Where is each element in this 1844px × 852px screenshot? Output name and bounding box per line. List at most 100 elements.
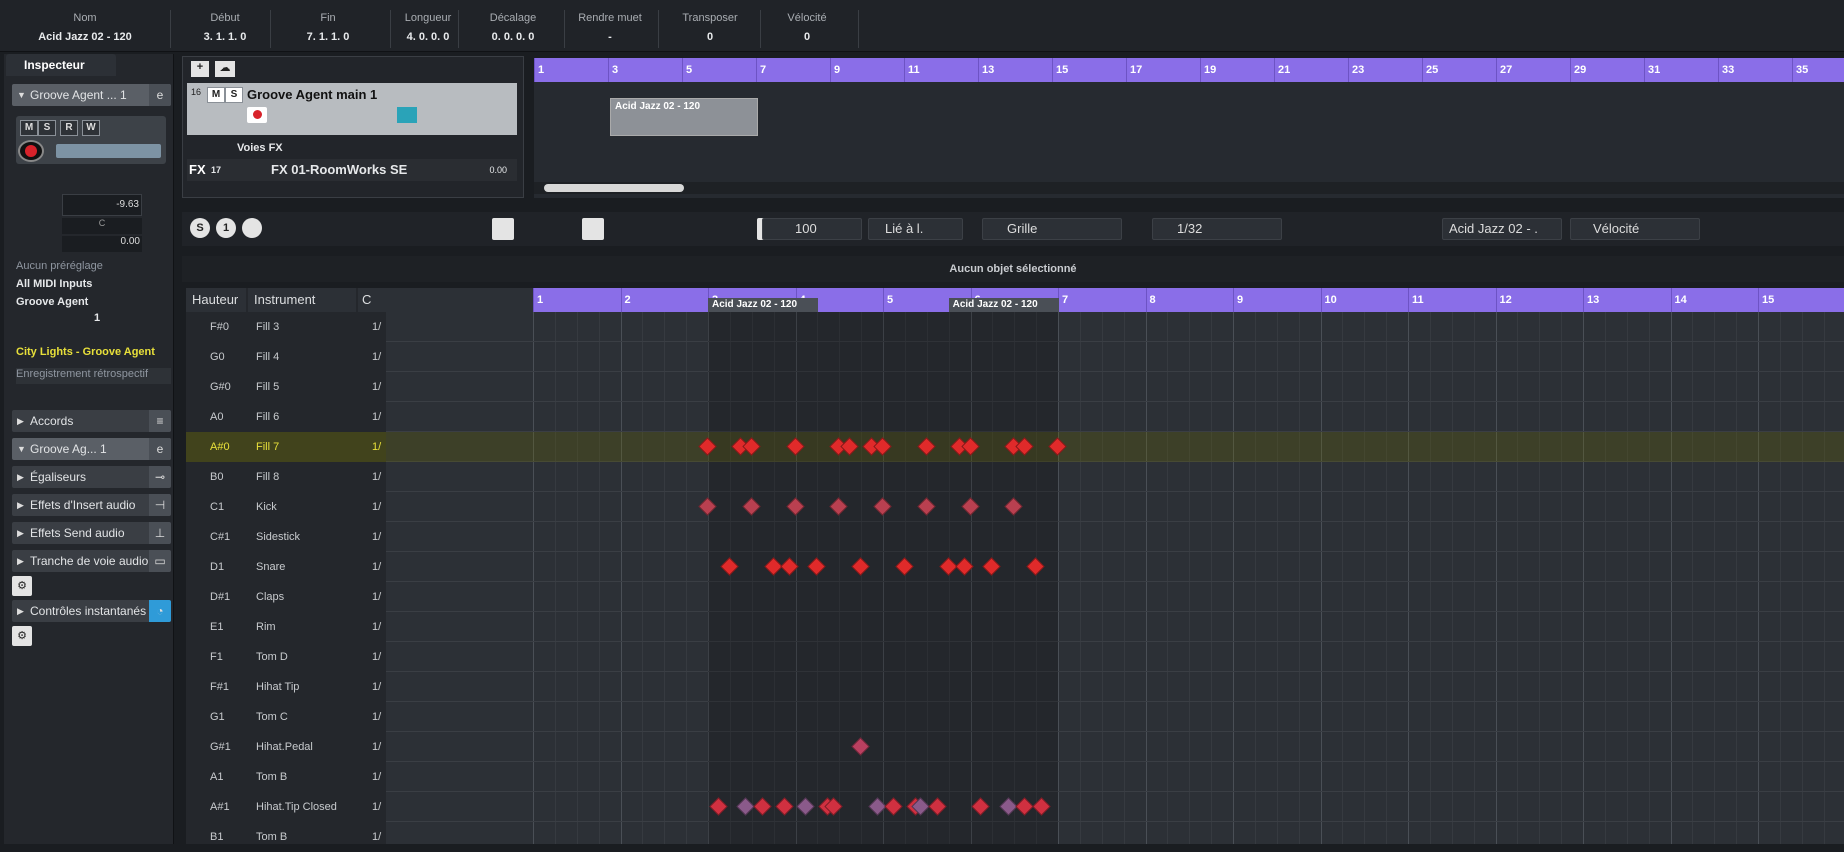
send-icon[interactable]: ⊥ bbox=[149, 522, 171, 544]
insert-icon[interactable]: ⊣ bbox=[149, 494, 171, 516]
drum-row[interactable]: D1 Snare 1/ bbox=[186, 552, 386, 582]
drum-row[interactable]: G#0 Fill 5 1/ bbox=[186, 372, 386, 402]
scrollbar-thumb[interactable] bbox=[544, 184, 684, 192]
grid-line bbox=[1539, 312, 1541, 844]
strip-icon[interactable]: ▭ bbox=[149, 550, 171, 572]
inspector-tab[interactable]: Inspecteur bbox=[6, 54, 116, 76]
grid-line bbox=[1408, 312, 1409, 844]
ruler-bar-number: 15 bbox=[1762, 294, 1775, 306]
monitor-bar[interactable] bbox=[56, 144, 161, 158]
info-mute[interactable]: Rendre muet - bbox=[565, 12, 655, 43]
triangle-right-icon: ▶ bbox=[17, 556, 24, 566]
mute-button[interactable]: M bbox=[207, 87, 225, 103]
retro-record-row[interactable]: Enregistrement rétrospectif bbox=[16, 368, 171, 384]
drum-row[interactable]: A1 Tom B 1/ bbox=[186, 762, 386, 792]
object-select-icon[interactable] bbox=[582, 218, 604, 240]
drum-quantize: 1/ bbox=[372, 321, 382, 333]
drum-row[interactable]: B0 Fill 8 1/ bbox=[186, 462, 386, 492]
drum-row[interactable]: G1 Tom C 1/ bbox=[186, 702, 386, 732]
section-groove-agent[interactable]: ▼ Groove Ag... 1e bbox=[12, 438, 171, 460]
drum-row[interactable]: B1 Tom B 1/ bbox=[186, 822, 386, 852]
ruler-bar-number: 7 bbox=[1062, 294, 1069, 306]
info-start[interactable]: Début 3. 1. 1. 0 bbox=[180, 12, 270, 43]
quantize-mode-select[interactable]: Lié à l. bbox=[868, 218, 963, 240]
instrument-row[interactable]: Groove Agent bbox=[16, 296, 171, 312]
info-end[interactable]: Fin 7. 1. 1. 0 bbox=[278, 12, 378, 43]
record-enable-button[interactable] bbox=[247, 107, 267, 123]
record-button[interactable] bbox=[18, 140, 44, 162]
drum-row[interactable]: F#1 Hihat Tip 1/ bbox=[186, 672, 386, 702]
midi-channel[interactable]: 1 bbox=[94, 312, 124, 328]
program-row[interactable]: City Lights - Groove Agent bbox=[16, 346, 171, 362]
drum-row[interactable]: A#1 Hihat.Tip Closed 1/ bbox=[186, 792, 386, 822]
select-tool-icon[interactable] bbox=[492, 218, 514, 240]
ruler-bar-number: 5 bbox=[686, 64, 693, 76]
write-button[interactable]: W bbox=[82, 120, 100, 136]
track-folder-fx[interactable]: Voies FX bbox=[187, 139, 517, 157]
track-controls: M S R W bbox=[16, 116, 166, 164]
edit-instrument-icon[interactable]: e bbox=[149, 438, 171, 460]
solo-editor-icon[interactable]: S bbox=[190, 218, 210, 238]
inspector-track-header[interactable]: ▼ Groove Agent ... 1e bbox=[12, 84, 171, 106]
read-button[interactable]: R bbox=[60, 120, 78, 136]
solo-button[interactable]: S bbox=[225, 87, 243, 103]
edit-instrument-icon[interactable]: e bbox=[149, 84, 171, 106]
section-channel-strip[interactable]: ▶ Tranche de voie audio ▭ bbox=[12, 550, 171, 572]
track-fx[interactable]: FX 17 FX 01-RoomWorks SE 0.00 bbox=[187, 159, 517, 181]
add-track-icon[interactable]: + bbox=[191, 61, 209, 77]
col-quantize[interactable]: C bbox=[358, 288, 386, 312]
section-equalizers[interactable]: ▶ Égaliseurs ⊸ bbox=[12, 466, 171, 488]
drum-row[interactable]: C1 Kick 1/ bbox=[186, 492, 386, 522]
drum-row[interactable]: A#0 Fill 7 1/ bbox=[186, 432, 386, 462]
grid-line bbox=[1495, 312, 1497, 844]
chords-icon[interactable]: ≡ bbox=[149, 410, 171, 432]
part-select[interactable]: Acid Jazz 02 - . bbox=[1442, 218, 1562, 240]
drum-row[interactable]: E1 Rim 1/ bbox=[186, 612, 386, 642]
eq-icon[interactable]: ⊸ bbox=[149, 466, 171, 488]
drum-row[interactable]: C#1 Sidestick 1/ bbox=[186, 522, 386, 552]
velocity-field[interactable]: 100 bbox=[762, 218, 862, 240]
volume-fader[interactable]: -9.63 bbox=[62, 194, 142, 216]
track-instrument[interactable]: 16 M S Groove Agent main 1 bbox=[187, 83, 517, 135]
section-send-effects[interactable]: ▶ Effets Send audio ⊥ bbox=[12, 522, 171, 544]
drum-row[interactable]: D#1 Claps 1/ bbox=[186, 582, 386, 612]
delay-value[interactable]: 0.00 bbox=[62, 236, 142, 252]
drum-row[interactable]: F1 Tom D 1/ bbox=[186, 642, 386, 672]
section-chords[interactable]: ▶ Accords ≡ bbox=[12, 410, 171, 432]
settings-gear-icon[interactable]: ⚙ bbox=[12, 576, 32, 596]
edit-icon[interactable] bbox=[397, 107, 417, 123]
horizontal-scrollbar[interactable] bbox=[534, 182, 1844, 194]
col-instrument[interactable]: Instrument bbox=[248, 288, 356, 312]
info-velocity[interactable]: Vélocité 0 bbox=[762, 12, 852, 43]
solo-button[interactable]: S bbox=[38, 120, 56, 136]
info-transpose[interactable]: Transposer 0 bbox=[665, 12, 755, 43]
info-offset[interactable]: Décalage 0. 0. 0. 0 bbox=[463, 12, 563, 43]
project-ruler[interactable]: 1 3 5 7 9 11 13 15 17 19 21 23 25 27 29 31 33 35 bbox=[534, 58, 1844, 82]
acoustic-feedback-icon[interactable]: 1 bbox=[216, 218, 236, 238]
info-toggle-icon[interactable] bbox=[242, 218, 262, 238]
controller-lane-select[interactable]: Vélocité bbox=[1570, 218, 1700, 240]
drum-row[interactable]: F#0 Fill 3 1/ bbox=[186, 312, 386, 342]
add-track-preset-icon[interactable]: ☁ bbox=[215, 61, 235, 77]
settings-gear-icon[interactable]: ⚙ bbox=[12, 626, 32, 646]
section-insert-effects[interactable]: ▶ Effets d'Insert audio ⊣ bbox=[12, 494, 171, 516]
quantize-select[interactable]: 1/32 bbox=[1152, 218, 1282, 240]
pan-control[interactable]: C bbox=[62, 218, 142, 234]
midi-part[interactable]: Acid Jazz 02 - 120 bbox=[610, 98, 758, 136]
snap-type-select[interactable]: Grille bbox=[982, 218, 1122, 240]
col-pitch[interactable]: Hauteur bbox=[186, 288, 246, 312]
drum-row[interactable]: G0 Fill 4 1/ bbox=[186, 342, 386, 372]
triangle-down-icon[interactable]: ▼ bbox=[17, 84, 26, 106]
drum-row[interactable]: A0 Fill 6 1/ bbox=[186, 402, 386, 432]
info-name[interactable]: Nom Acid Jazz 02 - 120 bbox=[30, 12, 140, 43]
section-quick-controls[interactable]: ▶ Contrôles instantanés ◔ bbox=[12, 600, 171, 622]
grid-line bbox=[1801, 312, 1803, 844]
preset-row[interactable]: Aucun préréglage bbox=[16, 260, 171, 276]
midi-input-row[interactable]: All MIDI Inputs bbox=[16, 278, 171, 294]
quick-controls-icon[interactable]: ◔ bbox=[149, 600, 171, 622]
grid-line bbox=[1561, 312, 1563, 844]
grid-line bbox=[1648, 312, 1650, 844]
drum-row[interactable]: G#1 Hihat.Pedal 1/ bbox=[186, 732, 386, 762]
mute-button[interactable]: M bbox=[20, 120, 38, 136]
note-grid[interactable]: 123456789101112131415 Acid Jazz 02 - 120… bbox=[386, 288, 1844, 844]
